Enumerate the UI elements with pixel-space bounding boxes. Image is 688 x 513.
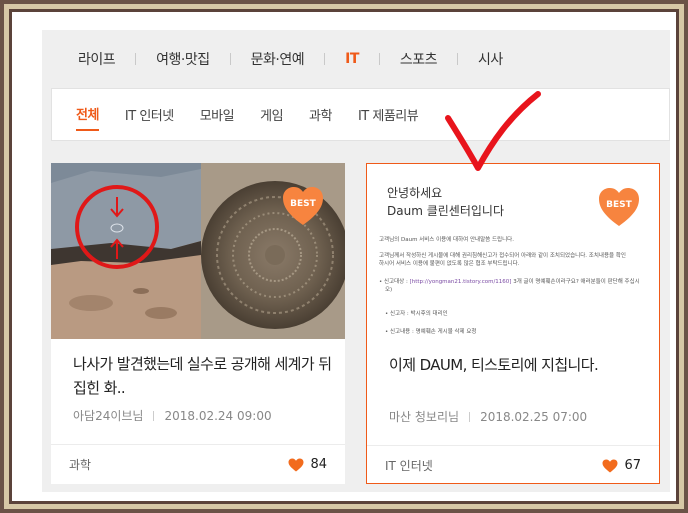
best-badge-label: BEST — [290, 199, 316, 209]
category-nav: 라이프 여행·맛집 문화·연예 IT 스포츠 시사 — [42, 30, 670, 88]
notice-text: • 신고자 : 박시후의 대리인 — [385, 311, 448, 317]
post-author[interactable]: 아담24이브님 — [73, 407, 143, 424]
category-divider — [457, 53, 459, 65]
checkmark-annotation-icon — [445, 91, 541, 171]
heart-icon — [288, 458, 304, 471]
like-count-value: 84 — [310, 457, 327, 472]
notice-greeting: 안녕하세요 Daum 클린센터입니다 — [387, 184, 504, 220]
post-meta: 아담24이브님 2018.02.24 09:00 — [73, 407, 272, 424]
notice-text: 오) — [385, 287, 393, 293]
category-divider — [135, 53, 137, 65]
post-author[interactable]: 마산 청보리님 — [389, 408, 459, 425]
meta-divider — [469, 411, 471, 422]
tab-game[interactable]: 게임 — [260, 99, 283, 130]
tab-all[interactable]: 전체 — [76, 98, 99, 131]
like-count-value: 67 — [624, 458, 641, 473]
post-thumbnail[interactable]: 안녕하세요 Daum 클린센터입니다 고객님의 Daum 서비스 이용에 대하여… — [367, 164, 659, 340]
notice-greeting-line: Daum 클린센터입니다 — [387, 204, 504, 218]
notice-text: 고객님께서 작성하신 게시물에 대해 권리침해신고가 접수되어 아래와 같이 조… — [379, 253, 626, 259]
category-culture[interactable]: 문화·연예 — [251, 49, 305, 69]
post-date: 2018.02.24 09:00 — [164, 408, 272, 423]
like-count[interactable]: 67 — [602, 458, 641, 473]
post-meta: 마산 청보리님 2018.02.25 07:00 — [389, 408, 587, 425]
post-title[interactable]: 나사가 발견했는데 실수로 공개해 세계가 뒤집힌 화.. — [73, 352, 333, 400]
category-divider — [229, 53, 231, 65]
category-it[interactable]: IT — [345, 51, 359, 67]
subcategory-nav: 전체 IT 인터넷 모바일 게임 과학 IT 제품리뷰 — [51, 88, 670, 141]
notice-text: 고객님의 Daum 서비스 이용에 대하여 안내말씀 드립니다. — [379, 237, 514, 243]
post-date: 2018.02.25 07:00 — [480, 409, 588, 424]
post-card[interactable]: 안녕하세요 Daum 클린센터입니다 고객님의 Daum 서비스 이용에 대하여… — [366, 163, 660, 484]
screenshot-canvas: 라이프 여행·맛집 문화·연예 IT 스포츠 시사 전체 IT 인터넷 모바일 … — [12, 12, 676, 501]
notice-text-part: 3개 글이 명예훼손이라구요? 애러분들이 판단해 주십시 — [511, 279, 640, 285]
heart-icon — [602, 459, 618, 472]
post-footer: 과학 84 — [51, 444, 345, 484]
category-sports[interactable]: 스포츠 — [400, 49, 438, 69]
tab-mobile[interactable]: 모바일 — [200, 99, 235, 130]
notice-link: [http://yongman21.tistory.com/1160] — [409, 279, 512, 285]
category-life[interactable]: 라이프 — [78, 49, 116, 69]
content-area: 라이프 여행·맛집 문화·연예 IT 스포츠 시사 전체 IT 인터넷 모바일 … — [42, 30, 670, 492]
notice-text: • 신고내용 : 명예훼손 게시물 삭제 요청 — [385, 329, 477, 335]
post-title[interactable]: 이제 DAUM, 티스토리에 지칩니다. — [389, 353, 649, 377]
category-divider — [378, 53, 380, 65]
best-badge: BEST — [281, 185, 325, 227]
notice-greeting-line: 안녕하세요 — [387, 186, 443, 200]
category-divider — [324, 53, 326, 65]
like-count[interactable]: 84 — [288, 457, 327, 472]
tab-science[interactable]: 과학 — [309, 99, 332, 130]
notice-text: 하시어 서비스 이용에 불편이 없도록 많은 협조 부탁드립니다. — [379, 261, 520, 267]
tab-it-internet[interactable]: IT 인터넷 — [125, 99, 174, 130]
best-badge-label: BEST — [606, 200, 632, 210]
post-thumbnail[interactable]: BEST — [51, 163, 345, 339]
notice-text: • 신고대상 : [http://yongman21.tistory.com/1… — [379, 278, 640, 286]
post-category[interactable]: IT 인터넷 — [385, 457, 433, 474]
post-category[interactable]: 과학 — [69, 456, 91, 473]
best-badge: BEST — [597, 186, 641, 228]
category-travel-food[interactable]: 여행·맛집 — [156, 49, 210, 69]
category-news[interactable]: 시사 — [478, 49, 503, 69]
post-card[interactable]: BEST 나사가 발견했는데 실수로 공개해 세계가 뒤집힌 화.. 아담24이… — [51, 163, 345, 484]
tab-it-review[interactable]: IT 제품리뷰 — [358, 99, 419, 130]
notice-text-part: • 신고대상 : — [379, 279, 410, 285]
post-footer: IT 인터넷 67 — [367, 445, 659, 485]
meta-divider — [153, 410, 155, 421]
